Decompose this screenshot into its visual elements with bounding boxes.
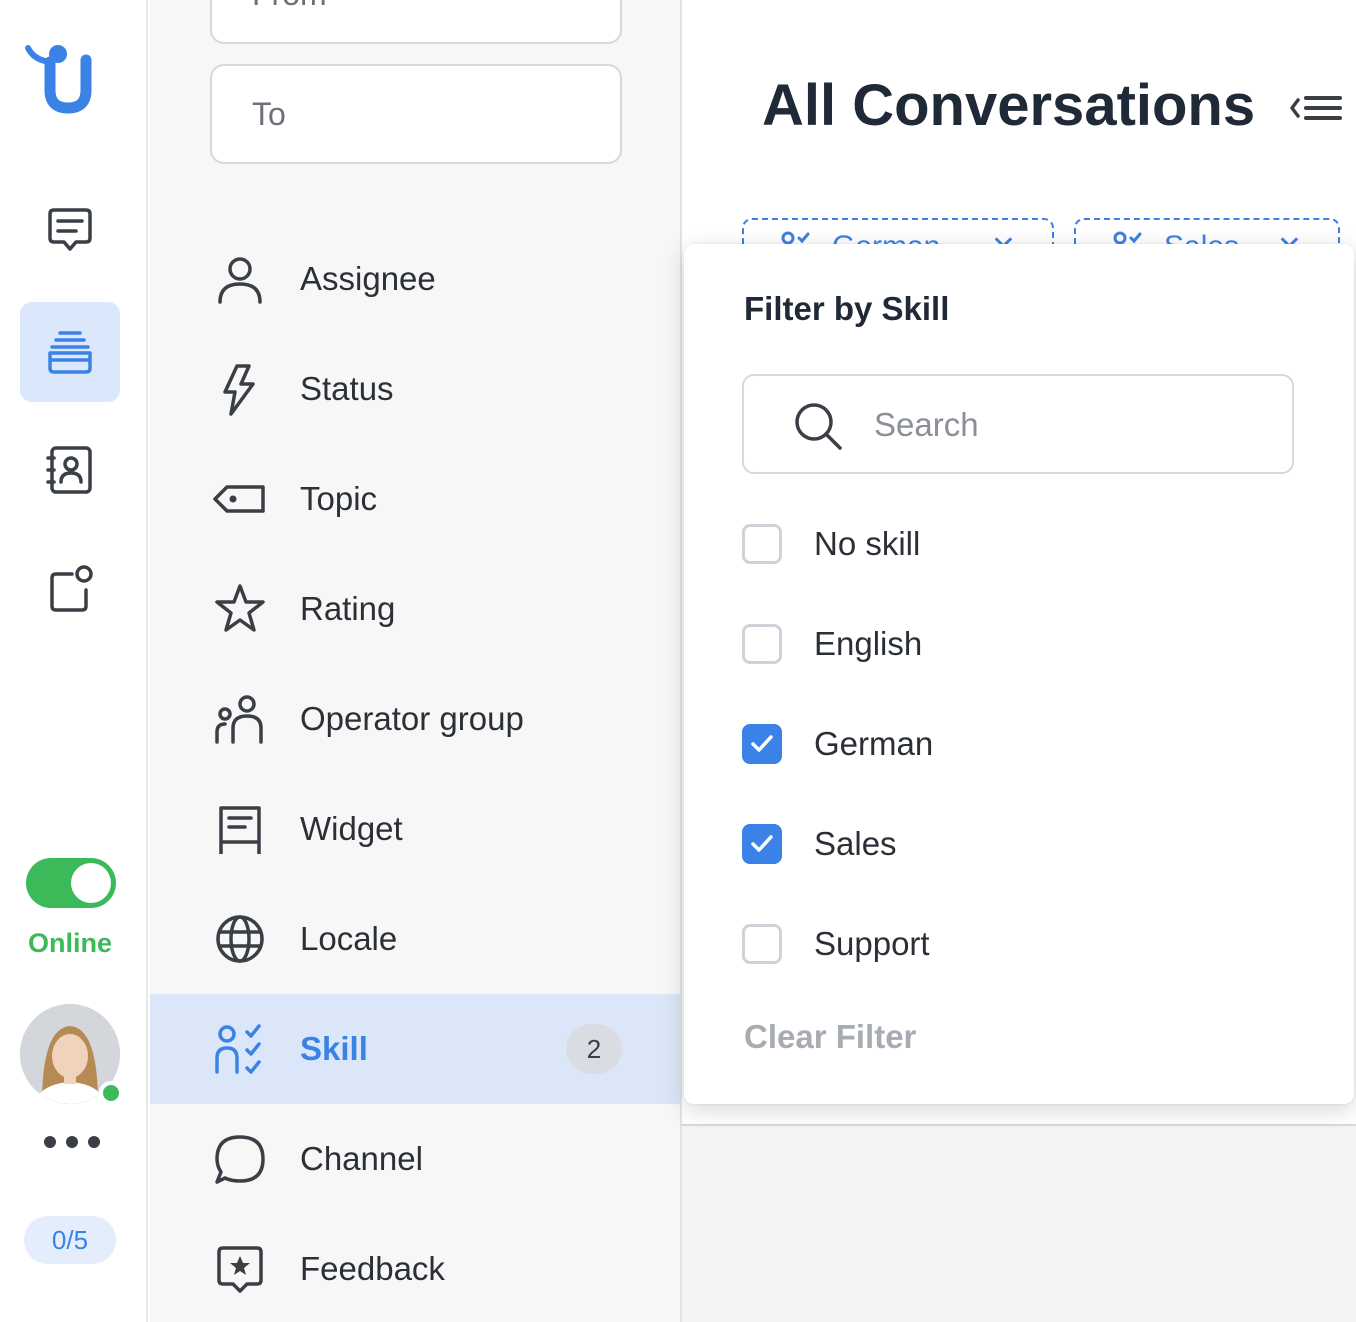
checkbox[interactable] <box>742 624 782 664</box>
filter-item-label: Topic <box>300 480 378 517</box>
date-from-field[interactable]: From <box>210 0 622 44</box>
chat-capacity-badge: 0/5 <box>24 1216 116 1264</box>
filter-item-label: Status <box>300 370 394 407</box>
filter-item-locale[interactable]: Locale <box>150 884 680 994</box>
option-label: German <box>814 725 934 762</box>
skill-filter-dropdown: Filter by Skill No skill English German … <box>684 244 1354 1104</box>
checkbox[interactable] <box>742 524 782 564</box>
skill-option-no-skill[interactable]: No skill <box>742 514 1302 574</box>
skill-search-input[interactable] <box>874 400 1274 450</box>
app-logo-icon[interactable] <box>22 40 102 120</box>
search-icon <box>795 403 842 450</box>
online-status-label: Online <box>27 928 112 958</box>
filter-item-label: Assignee <box>300 260 436 297</box>
checkbox[interactable] <box>742 924 782 964</box>
option-label: English <box>814 625 923 662</box>
more-options-icon[interactable] <box>44 1124 100 1160</box>
inbox-stack-icon <box>48 331 92 374</box>
collapse-panel-button[interactable] <box>1288 88 1348 128</box>
filter-item-topic[interactable]: Topic <box>150 444 680 554</box>
date-to-field[interactable]: To <box>210 64 622 164</box>
nav-notifications-button[interactable] <box>20 540 120 640</box>
filter-item-label: Feedback <box>300 1250 445 1287</box>
skill-icon <box>212 1021 268 1077</box>
filter-item-widget[interactable]: Widget <box>150 774 680 884</box>
chat-bubble-icon <box>48 208 92 251</box>
filter-item-label: Rating <box>300 590 396 627</box>
filter-item-rating[interactable]: Rating <box>150 554 680 664</box>
filter-item-label: Operator group <box>300 700 524 737</box>
feedback-star-icon <box>212 1241 268 1297</box>
skill-filter-count-badge: 2 <box>566 1024 622 1074</box>
skill-option-english[interactable]: English <box>742 614 1302 674</box>
filter-panel: From To Assignee Status Topic Rating Ope… <box>150 0 682 1322</box>
nav-inbox-button[interactable] <box>20 302 120 402</box>
user-icon <box>212 251 268 307</box>
contacts-book-icon <box>46 446 92 494</box>
checkmark-icon <box>751 835 773 852</box>
filter-item-operator-group[interactable]: Operator group <box>150 664 680 774</box>
star-icon <box>212 581 268 637</box>
nav-conversations-button[interactable] <box>20 180 120 280</box>
collapse-menu-icon <box>1290 96 1342 120</box>
filter-item-assignee[interactable]: Assignee <box>150 224 680 334</box>
dropdown-title: Filter by Skill <box>744 290 950 327</box>
filter-item-feedback[interactable]: Feedback <box>150 1214 680 1322</box>
speech-bubble-icon <box>212 1131 268 1187</box>
option-label: Sales <box>814 825 897 862</box>
lightning-icon <box>212 361 268 417</box>
filter-item-label: Widget <box>300 810 403 847</box>
conversation-list-area <box>682 1124 1356 1322</box>
option-label: No skill <box>814 525 921 562</box>
tag-icon <box>212 471 268 527</box>
filter-item-label: Channel <box>300 1140 423 1177</box>
filter-item-label: Locale <box>300 920 398 957</box>
checkbox-checked[interactable] <box>742 724 782 764</box>
notification-box-icon <box>50 565 93 612</box>
online-indicator-dot <box>99 1081 123 1105</box>
nav-contacts-button[interactable] <box>20 420 120 520</box>
widget-icon <box>212 801 268 857</box>
checkmark-icon <box>751 735 773 752</box>
group-icon <box>212 691 268 747</box>
clear-filter-button[interactable]: Clear Filter <box>744 1018 916 1056</box>
skill-option-sales[interactable]: Sales <box>742 814 1302 874</box>
skill-option-german[interactable]: German <box>742 714 1302 774</box>
page-title: All Conversations <box>762 73 1256 138</box>
globe-icon <box>212 911 268 967</box>
filter-item-skill[interactable]: Skill 2 <box>150 994 680 1104</box>
online-status-toggle[interactable] <box>26 858 116 908</box>
option-label: Support <box>814 925 930 962</box>
skill-option-support[interactable]: Support <box>742 914 1302 974</box>
filter-item-channel[interactable]: Channel <box>150 1104 680 1214</box>
toggle-knob <box>71 863 111 903</box>
checkbox-checked[interactable] <box>742 824 782 864</box>
left-rail: Online 0/5 <box>0 0 148 1322</box>
filter-item-label: Skill <box>300 1030 368 1067</box>
skill-search-box[interactable] <box>742 374 1294 474</box>
filter-item-status[interactable]: Status <box>150 334 680 444</box>
